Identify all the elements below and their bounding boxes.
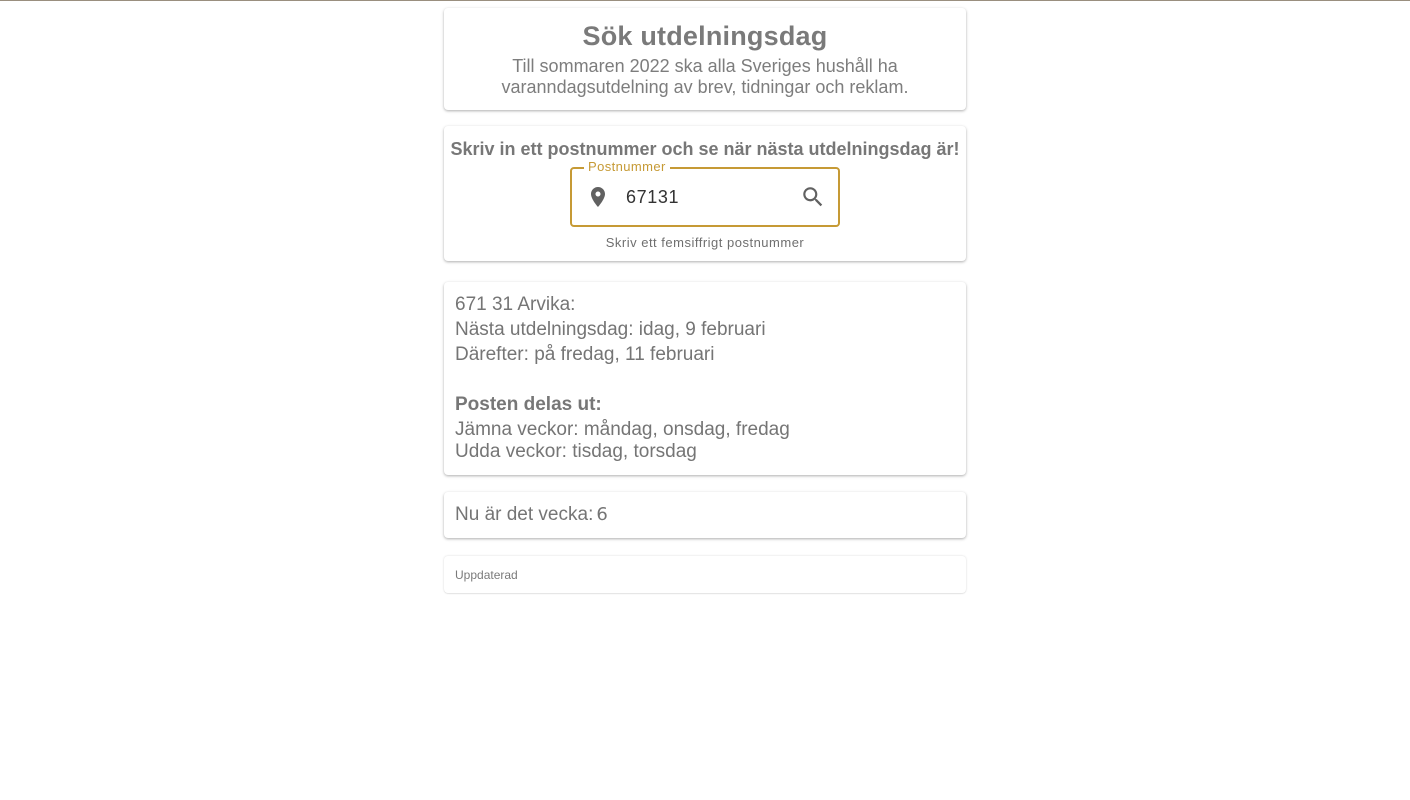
location-pin-icon xyxy=(591,187,605,207)
week-label: Nu är det vecka: xyxy=(455,504,594,525)
search-card: Skriv in ett postnummer och se när nästa… xyxy=(444,126,966,261)
search-prompt: Skriv in ett postnummer och se när nästa… xyxy=(450,139,960,159)
week-row: Nu är det vecka: 6 xyxy=(455,504,608,526)
top-divider xyxy=(0,0,1410,1)
postnummer-label: Postnummer xyxy=(584,159,670,174)
title-card: Sök utdelningsdag Till sommaren 2022 ska… xyxy=(444,8,966,110)
postnummer-helper-text: Skriv ett femsiffrigt postnummer xyxy=(605,235,805,250)
week-number: 6 xyxy=(596,504,608,525)
postnummer-field[interactable]: Postnummer xyxy=(570,159,840,227)
search-icon[interactable] xyxy=(800,184,826,210)
subtitle-line-2: varanndagsutdelning av brev, tidningar o… xyxy=(501,77,909,97)
updated-label: Uppdaterad xyxy=(455,568,518,582)
result-location: 671 31 Arvika: xyxy=(455,294,576,315)
postnummer-input[interactable] xyxy=(626,185,786,209)
page-title: Sök utdelningsdag xyxy=(582,21,828,51)
subtitle-line-1: Till sommaren 2022 ska alla Sveriges hus… xyxy=(512,56,898,76)
schedule-odd-weeks: Udda veckor: tisdag, torsdag xyxy=(455,441,697,462)
week-card: Nu är det vecka: 6 xyxy=(444,492,966,538)
result-after: Därefter: på fredag, 11 februari xyxy=(455,344,715,365)
updated-card: Uppdaterad xyxy=(444,556,966,593)
schedule-heading: Posten delas ut: xyxy=(455,394,602,415)
page-subtitle: Till sommaren 2022 ska alla Sveriges hus… xyxy=(444,56,966,98)
result-next-day: Nästa utdelningsdag: idag, 9 februari xyxy=(455,319,766,340)
result-card: 671 31 Arvika: Nästa utdelningsdag: idag… xyxy=(444,282,966,475)
schedule-even-weeks: Jämna veckor: måndag, onsdag, fredag xyxy=(455,419,790,440)
